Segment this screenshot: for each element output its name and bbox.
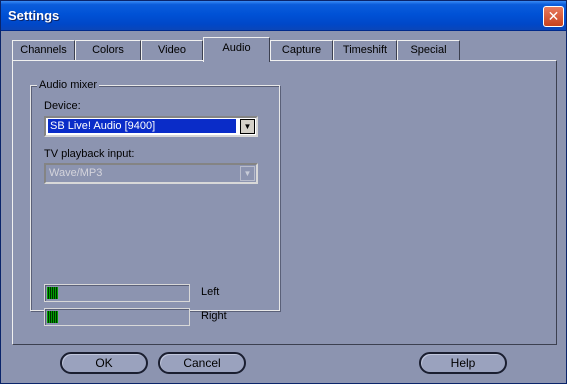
help-button[interactable]: Help [419, 352, 507, 374]
ok-button[interactable]: OK [60, 352, 148, 374]
left-level-fill [47, 287, 58, 299]
chevron-down-icon[interactable]: ▼ [240, 119, 255, 134]
audio-tab-panel: Audio mixer Device: SB Live! Audio [9400… [12, 60, 557, 345]
tab-capture[interactable]: Capture [270, 40, 333, 61]
window-title: Settings [8, 8, 60, 23]
tv-playback-input-label: TV playback input: [44, 148, 135, 160]
left-meter-label: Left [201, 286, 220, 298]
title-bar[interactable]: Settings ✕ [1, 1, 566, 31]
tab-colors[interactable]: Colors [75, 40, 141, 61]
tv-playback-input-value: Wave/MP3 [49, 167, 103, 179]
right-level-meter [44, 308, 190, 326]
close-icon: ✕ [547, 8, 560, 24]
audio-mixer-group-label: Audio mixer [37, 79, 100, 91]
right-meter-label: Right [201, 310, 227, 322]
tab-video[interactable]: Video [141, 40, 203, 61]
settings-window: Settings ✕ Channels Colors Video Audio C… [0, 0, 567, 384]
device-label: Device: [44, 100, 81, 112]
tab-audio[interactable]: Audio [203, 37, 270, 62]
left-level-meter [44, 284, 190, 302]
tab-channels[interactable]: Channels [12, 40, 75, 61]
dialog-client-area: Channels Colors Video Audio Capture Time… [1, 32, 566, 383]
audio-mixer-group: Audio mixer Device: SB Live! Audio [9400… [30, 79, 280, 326]
device-selected-value: SB Live! Audio [9400] [48, 119, 236, 133]
right-level-fill [47, 311, 58, 323]
chevron-down-icon[interactable]: ▼ [240, 166, 255, 181]
device-dropdown[interactable]: SB Live! Audio [9400] ▼ [44, 116, 258, 137]
tv-playback-input-dropdown[interactable]: Wave/MP3 ▼ [44, 163, 258, 184]
tab-special[interactable]: Special [397, 40, 460, 61]
close-button[interactable]: ✕ [543, 6, 564, 27]
cancel-button[interactable]: Cancel [158, 352, 246, 374]
tab-timeshift[interactable]: Timeshift [333, 40, 397, 61]
